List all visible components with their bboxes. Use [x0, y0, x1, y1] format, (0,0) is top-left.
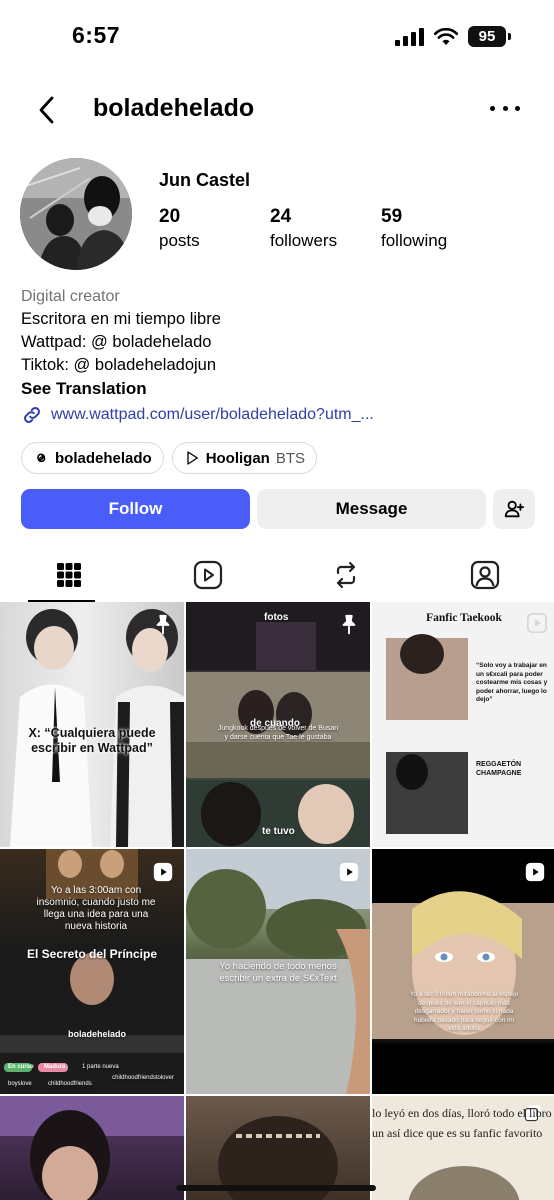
grid-post[interactable]: Yo a las 3:00am mirándome al espejo desp…: [372, 849, 554, 1094]
post-caption: En curso: [8, 1064, 34, 1070]
status-bar: 6:57 95: [0, 0, 554, 76]
stat-value: 24: [270, 206, 292, 227]
grid-post[interactable]: Yo a las 3:00am con insomnio, cuando jus…: [0, 849, 184, 1094]
post-caption: boyslove: [8, 1081, 32, 1087]
post-caption: Fanfic Taekook: [426, 612, 502, 624]
more-horizontal-icon: [490, 105, 495, 111]
message-button[interactable]: Message: [257, 489, 486, 529]
tab-reposts[interactable]: [277, 548, 416, 602]
display-name: Jun Castel: [159, 170, 251, 190]
post-caption: childhoodfriends: [48, 1081, 92, 1087]
stat-following[interactable]: 59 following: [381, 205, 521, 253]
page-title: boladehelado: [93, 94, 255, 122]
more-dot: [502, 105, 508, 111]
bio-line: Escritora en mi tiempo libre: [21, 310, 221, 328]
post-caption: Yo a las 3:00am mirándome al espejo desp…: [409, 991, 519, 1032]
grid-post[interactable]: X: “Cualquiera puede escribir en Wattpad…: [0, 602, 184, 847]
tagged-icon: [470, 560, 499, 590]
profile-actions: Follow Message: [21, 489, 535, 529]
post-image: [10, 609, 184, 847]
status-time: 6:57: [72, 22, 121, 48]
music-artist: BTS: [275, 449, 306, 467]
back-button[interactable]: [30, 92, 66, 128]
home-indicator[interactable]: [176, 1185, 376, 1191]
music-chip[interactable]: Hooligan BTS: [171, 442, 318, 474]
post-caption: fotos: [264, 612, 289, 623]
grid-icon: [57, 563, 82, 587]
status-indicators: 95: [395, 26, 511, 47]
post-caption: childhoodfriendstolover: [112, 1075, 174, 1081]
profile-header: boladehelado: [0, 80, 554, 136]
profile-bio: Digital creator Escritora en mi tiempo l…: [21, 286, 541, 427]
grid-post[interactable]: [0, 1096, 184, 1200]
profile-link[interactable]: www.wattpad.com/user/boladehelado?utm_..…: [21, 403, 541, 427]
post-caption: Yo haciendo de todo menos escribir un ex…: [219, 961, 337, 984]
more-dot: [515, 105, 520, 111]
add-user-button[interactable]: [493, 489, 535, 529]
reels-icon: [153, 862, 173, 882]
profile-stats: 20 posts 24 followers 59 following: [159, 205, 521, 253]
reels-icon: [339, 862, 359, 882]
post-caption: Yo a las 3:00am con insomnio, cuando jus…: [36, 885, 156, 932]
reels-icon: [525, 862, 545, 882]
profile-category: Digital creator: [21, 288, 120, 305]
post-caption: REGGAETÓN CHAMPAGNE: [476, 761, 522, 777]
grid-post[interactable]: Yo haciendo de todo menos escribir un ex…: [186, 849, 370, 1094]
link-icon: [24, 407, 40, 423]
bio-line: Tiktok: @ boladeheladojun: [21, 356, 217, 374]
pin-icon: [342, 614, 356, 635]
grid-post[interactable]: fotos de cuando Jungkook después de volv…: [186, 602, 370, 847]
post-caption: Jungkook después de volver de Busan y da…: [217, 725, 339, 741]
threads-chip-label: boladehelado: [55, 449, 152, 467]
avatar-image: [20, 158, 132, 270]
see-translation-link[interactable]: See Translation: [21, 377, 541, 401]
post-caption: El Secreto del Príncipe: [26, 947, 158, 961]
stat-label: posts: [159, 231, 200, 250]
pin-icon: [156, 614, 170, 635]
grid-post[interactable]: Fanfic Taekook “Solo voy a trabajar en u…: [372, 602, 554, 847]
more-options-button[interactable]: [490, 96, 520, 120]
battery-icon: 95: [468, 26, 511, 47]
posts-grid: X: “Cualquiera puede escribir en Wattpad…: [0, 602, 554, 1200]
post-caption: boladehelado: [68, 1029, 127, 1039]
post-caption: Madura: [44, 1064, 66, 1070]
repost-icon: [337, 561, 356, 589]
stat-value: 20: [159, 206, 181, 227]
tab-posts[interactable]: [0, 548, 139, 602]
post-caption: 1 parte nueva: [82, 1064, 119, 1070]
play-icon: [187, 451, 198, 465]
grid-post[interactable]: lo leyó en dos días, lloró todo el libro…: [372, 1096, 554, 1200]
chevron-left-icon: [39, 96, 54, 124]
avatar[interactable]: [20, 158, 132, 270]
tab-tagged[interactable]: [416, 548, 554, 602]
content-tabs: [0, 548, 554, 602]
stat-label: following: [381, 231, 448, 250]
stat-value: 59: [381, 206, 403, 227]
follow-button[interactable]: Follow: [21, 489, 250, 529]
post-caption: “Solo voy a trabajar en un s€xcali para …: [476, 662, 548, 703]
post-caption: te tuvo: [262, 826, 295, 837]
cellular-signal-icon: [395, 27, 424, 46]
post-image: [372, 891, 554, 1039]
reels-icon: [193, 560, 222, 590]
stat-label: followers: [270, 231, 338, 250]
threads-chip[interactable]: boladehelado: [21, 442, 164, 474]
threads-icon: [37, 453, 46, 463]
music-title: Hooligan: [205, 449, 270, 467]
profile-chips: boladehelado Hooligan BTS: [21, 442, 318, 474]
tab-reels[interactable]: [139, 548, 278, 602]
wifi-icon: [434, 27, 458, 45]
bio-line: Wattpad: @ boladehelado: [21, 333, 212, 351]
post-image: [0, 1096, 184, 1200]
stat-followers[interactable]: 24 followers: [270, 205, 381, 253]
add-user-icon: [504, 500, 525, 518]
stat-posts[interactable]: 20 posts: [159, 205, 270, 253]
post-caption: un así dice que es su fanfic favorito: [372, 1126, 543, 1140]
post-caption: lo leyó en dos días, lloró todo el libro: [372, 1106, 552, 1120]
profile-link-text: www.wattpad.com/user/boladehelado?utm_..…: [51, 406, 374, 423]
post-image: [386, 634, 468, 834]
post-caption: X: “Cualquiera puede escribir en Wattpad…: [28, 726, 156, 755]
